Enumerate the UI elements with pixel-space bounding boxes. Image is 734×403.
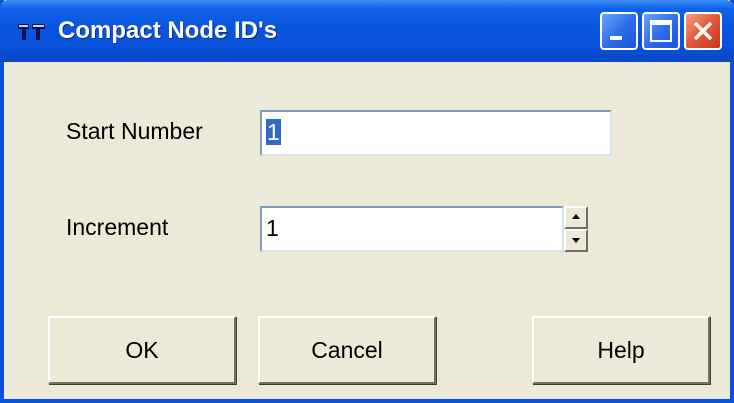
increment-value: 1 <box>266 215 279 241</box>
spin-up-button[interactable] <box>564 206 588 229</box>
close-icon <box>693 21 713 41</box>
start-number-input[interactable]: 1 <box>260 110 612 156</box>
increment-label: Increment <box>66 214 169 240</box>
increment-input[interactable]: 1 <box>260 206 564 252</box>
spin-down-button[interactable] <box>564 229 588 252</box>
start-number-value: 1 <box>266 119 281 145</box>
increment-spinner[interactable] <box>564 206 588 252</box>
arrow-down-icon <box>572 238 580 243</box>
minimize-button[interactable] <box>600 12 638 50</box>
app-icon <box>18 22 46 42</box>
cancel-button[interactable]: Cancel <box>258 316 436 384</box>
minimize-icon <box>610 36 622 40</box>
title-bar[interactable]: Compact Node ID's <box>0 0 734 62</box>
start-number-label: Start Number <box>66 118 203 144</box>
maximize-button[interactable] <box>642 12 680 50</box>
help-button[interactable]: Help <box>532 316 710 384</box>
dialog-window: Compact Node ID's Start Number 1 Increme… <box>0 0 734 403</box>
arrow-up-icon <box>572 214 580 219</box>
window-title: Compact Node ID's <box>58 17 278 44</box>
ok-button[interactable]: OK <box>48 316 236 384</box>
close-button[interactable] <box>684 12 722 50</box>
maximize-icon <box>650 20 672 42</box>
